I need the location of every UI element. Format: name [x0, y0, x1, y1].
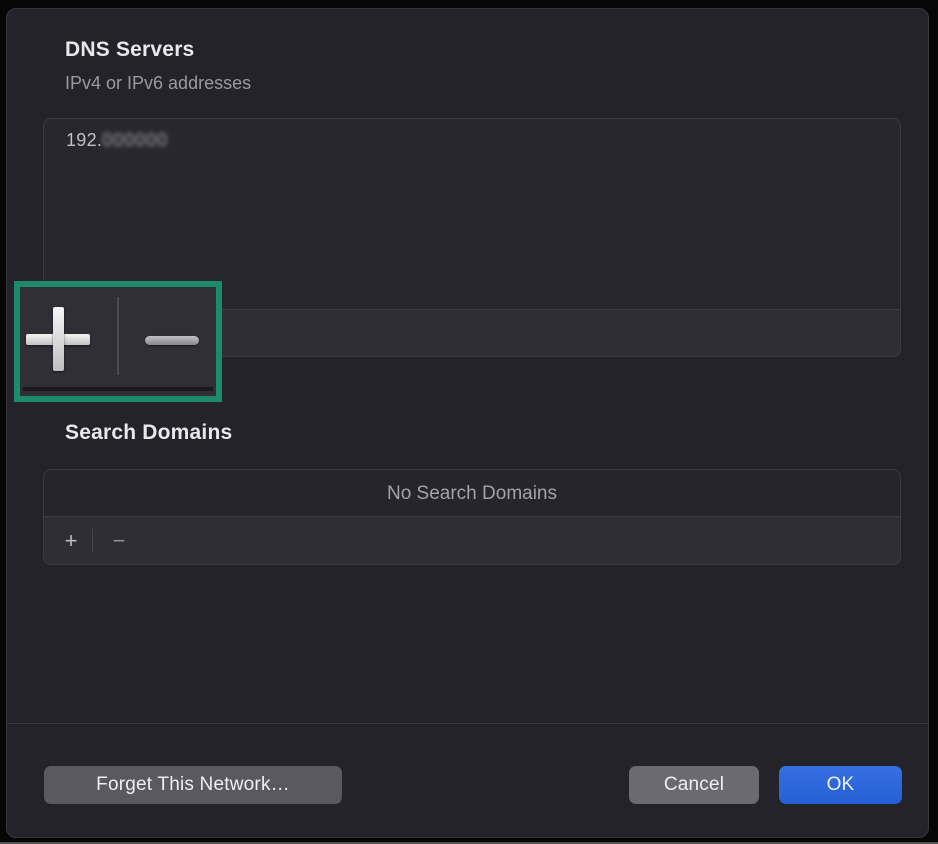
- button-divider: [117, 297, 119, 375]
- plus-bar-vertical: [53, 307, 64, 371]
- search-domains-list: No Search Domains + −: [43, 469, 901, 565]
- add-button plus-icon[interactable]: [26, 307, 90, 371]
- dns-server-entry[interactable]: 192.000000: [44, 119, 900, 164]
- footer-divider: [7, 723, 928, 724]
- dns-servers-title: DNS Servers: [65, 38, 194, 62]
- search-remove-button minus-icon[interactable]: −: [106, 528, 132, 554]
- forget-this-network-button[interactable]: Forget This Network…: [44, 766, 342, 804]
- search-domains-title: Search Domains: [65, 421, 232, 445]
- dns-entry-prefix: 192.: [66, 130, 102, 150]
- search-add-button plus-icon[interactable]: +: [58, 528, 84, 554]
- magnified-edge: [23, 387, 213, 391]
- dns-servers-subtitle: IPv4 or IPv6 addresses: [65, 73, 251, 94]
- toolbar-divider: [92, 529, 93, 553]
- cancel-button[interactable]: Cancel: [629, 766, 759, 804]
- highlight-callout-add-remove: [14, 281, 222, 402]
- dns-entry-redacted: 000000: [102, 130, 168, 150]
- search-domains-empty-label: No Search Domains: [44, 483, 900, 505]
- remove-button minus-icon[interactable]: [145, 336, 199, 345]
- network-details-dialog: DNS Servers IPv4 or IPv6 addresses 192.0…: [6, 8, 929, 838]
- ok-button[interactable]: OK: [779, 766, 902, 804]
- search-list-toolbar: + −: [44, 516, 900, 564]
